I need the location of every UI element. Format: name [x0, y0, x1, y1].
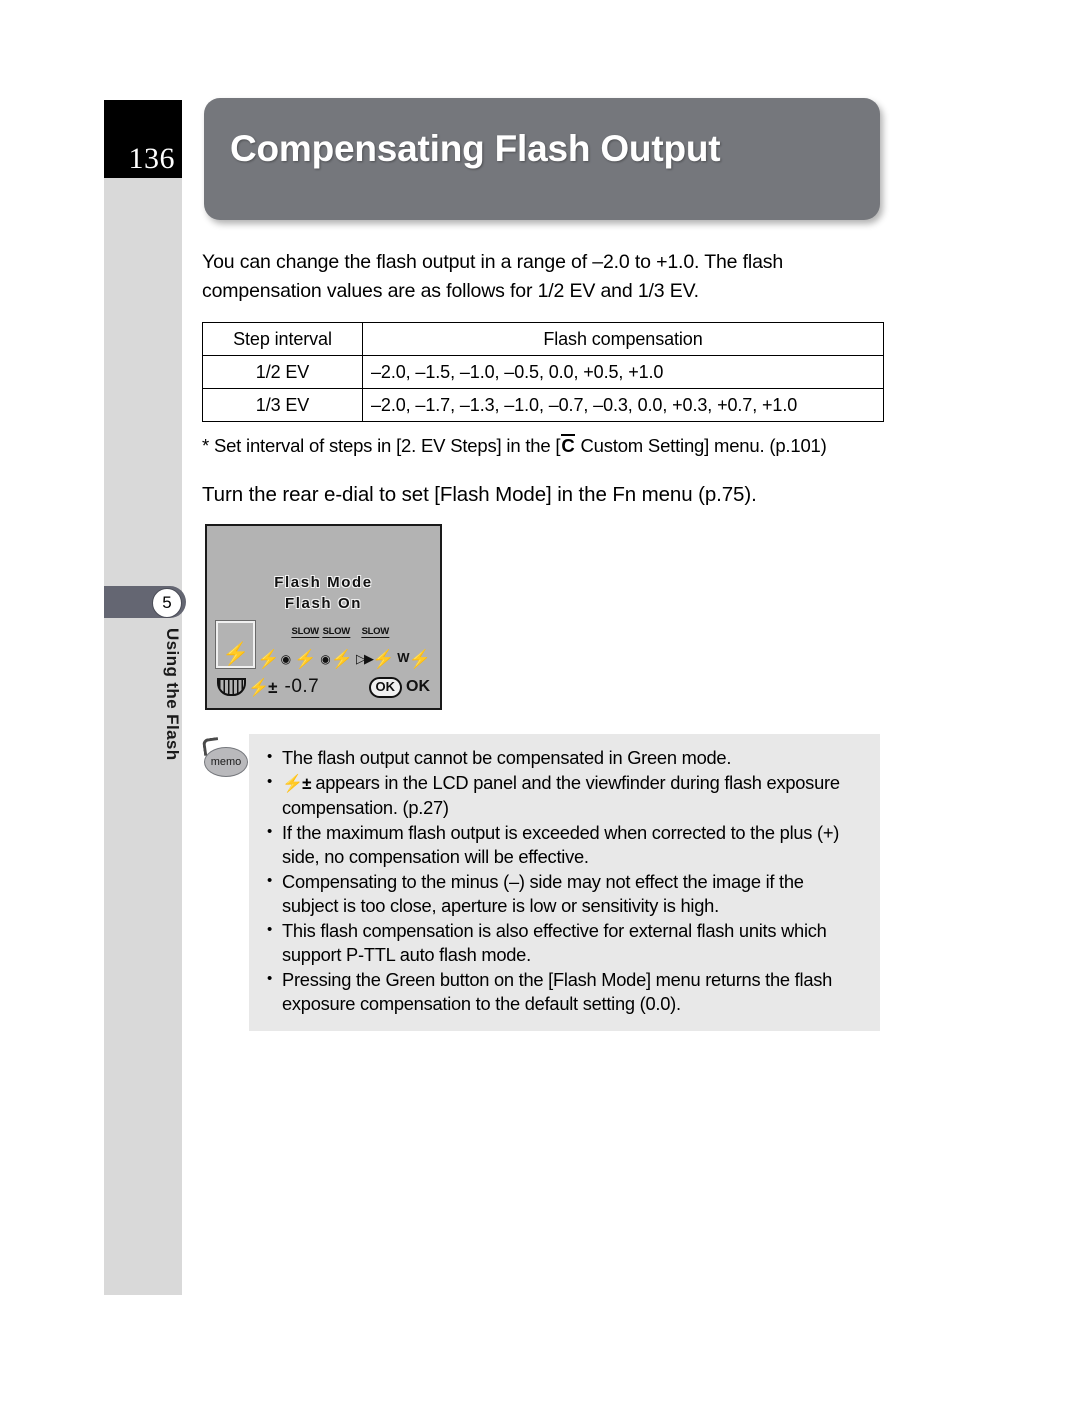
lcd-subtitle: Flash On [285, 595, 362, 612]
flash-on-icon[interactable]: ⚡ [216, 621, 256, 668]
bolt-glyph: ⚡ [408, 649, 431, 669]
ok-label: OK [406, 678, 430, 695]
lcd-flash-mode-row: ⚡ ⚡ ◉ SLOW ⚡ SLOW ◉ ⚡ SLOW ▷▶ ⚡ W ⚡ [216, 621, 432, 669]
table-row: 1/2 EV –2.0, –1.5, –1.0, –0.5, 0.0, +0.5… [202, 355, 884, 389]
table-header-row: Step interval Flash compensation [202, 322, 884, 356]
slow-label: SLOW [291, 626, 319, 638]
flash-compensation-icon: ⚡± [282, 774, 311, 793]
list-item: The flash output cannot be compensated i… [265, 745, 864, 770]
lcd-title: Flash Mode [274, 574, 373, 591]
bolt-glyph: ⚡ [222, 641, 250, 666]
lcd-screen-illustration: Flash Mode Flash On ⚡ ⚡ ◉ SLOW ⚡ SLOW ◉ ⚡ … [205, 524, 442, 710]
bolt-glyph: ⚡ [257, 649, 280, 669]
e-dial-icon [217, 678, 246, 696]
custom-setting-c-icon: C [561, 434, 575, 456]
footnote-prefix: * Set interval of steps in [2. EV Steps]… [202, 435, 561, 456]
eye-glyph: ◉ [280, 652, 292, 666]
list-item: If the maximum flash output is exceeded … [265, 820, 864, 869]
chapter-number-badge: 5 [152, 588, 182, 618]
wireless-flash-icon[interactable]: W ⚡ [396, 626, 432, 668]
cell-compensation-half-ev: –2.0, –1.5, –1.0, –0.5, 0.0, +0.5, +1.0 [362, 355, 884, 389]
intro-paragraph: You can change the flash output in a ran… [202, 251, 784, 302]
slow-label: SLOW [322, 626, 350, 638]
list-item: ⚡± appears in the LCD panel and the view… [265, 770, 864, 820]
red-eye-reduction-icon[interactable]: ⚡ ◉ [256, 626, 292, 668]
list-item-text: appears in the LCD panel and the viewfin… [282, 772, 840, 818]
footnote-suffix: Custom Setting] menu. (p.101) [575, 435, 827, 456]
table-header-step-interval: Step interval [202, 322, 363, 356]
chapter-title-vertical: Using the Flash [163, 628, 182, 761]
lcd-status-row: ⚡± -0.7 OK OK [217, 676, 430, 698]
list-item: Compensating to the minus (–) side may n… [265, 869, 864, 918]
bolt-glyph: ⚡ [372, 649, 395, 669]
memo-icon: memo [198, 736, 248, 779]
bolt-glyph: ⚡ [294, 649, 317, 669]
list-item: This flash compensation is also effectiv… [265, 918, 864, 967]
eye-glyph: ◉ [320, 652, 331, 666]
page-title: Compensating Flash Output [230, 128, 721, 169]
memo-box: The flash output cannot be compensated i… [249, 734, 880, 1031]
page-number: 136 [128, 142, 175, 175]
ok-button-badge[interactable]: OK [368, 676, 402, 698]
page-number-block: 136 [104, 100, 182, 178]
slow-sync-icon[interactable]: SLOW ⚡ [291, 626, 319, 669]
memo-bullet-list: The flash output cannot be compensated i… [265, 745, 864, 1016]
cell-step-half-ev: 1/2 EV [202, 355, 363, 389]
flash-compensation-value: -0.7 [284, 676, 320, 697]
cell-step-third-ev: 1/3 EV [202, 388, 363, 422]
main-content: You can change the flash output in a ran… [202, 248, 888, 507]
table-header-flash-compensation: Flash compensation [362, 322, 884, 356]
trailing-curtain-sync-icon[interactable]: SLOW ▷▶ ⚡ [355, 626, 395, 669]
list-item: Pressing the Green button on the [Flash … [265, 967, 864, 1016]
flash-compensation-icon: ⚡± [248, 677, 277, 697]
memo-icon-label: memo [204, 747, 248, 777]
slow-label: SLOW [361, 626, 389, 638]
triangle-glyph: ▷▶ [356, 651, 374, 666]
instruction-step: Turn the rear e-dial to set [Flash Mode]… [202, 483, 757, 506]
lcd-ok-group[interactable]: OK OK [368, 676, 430, 698]
table-row: 1/3 EV –2.0, –1.7, –1.3, –1.0, –0.7, –0.… [202, 388, 884, 422]
lcd-compensation-group: ⚡± -0.7 [217, 676, 319, 698]
footnote: * Set interval of steps in [2. EV Steps]… [202, 434, 888, 457]
bolt-glyph: ⚡ [330, 649, 354, 669]
slow-sync-red-eye-icon[interactable]: SLOW ◉ ⚡ [318, 626, 354, 669]
page-title-bar: Compensating Flash Output [204, 98, 880, 220]
ev-compensation-table: Step interval Flash compensation 1/2 EV … [202, 322, 884, 422]
cell-compensation-third-ev: –2.0, –1.7, –1.3, –1.0, –0.7, –0.3, 0.0,… [362, 388, 884, 422]
